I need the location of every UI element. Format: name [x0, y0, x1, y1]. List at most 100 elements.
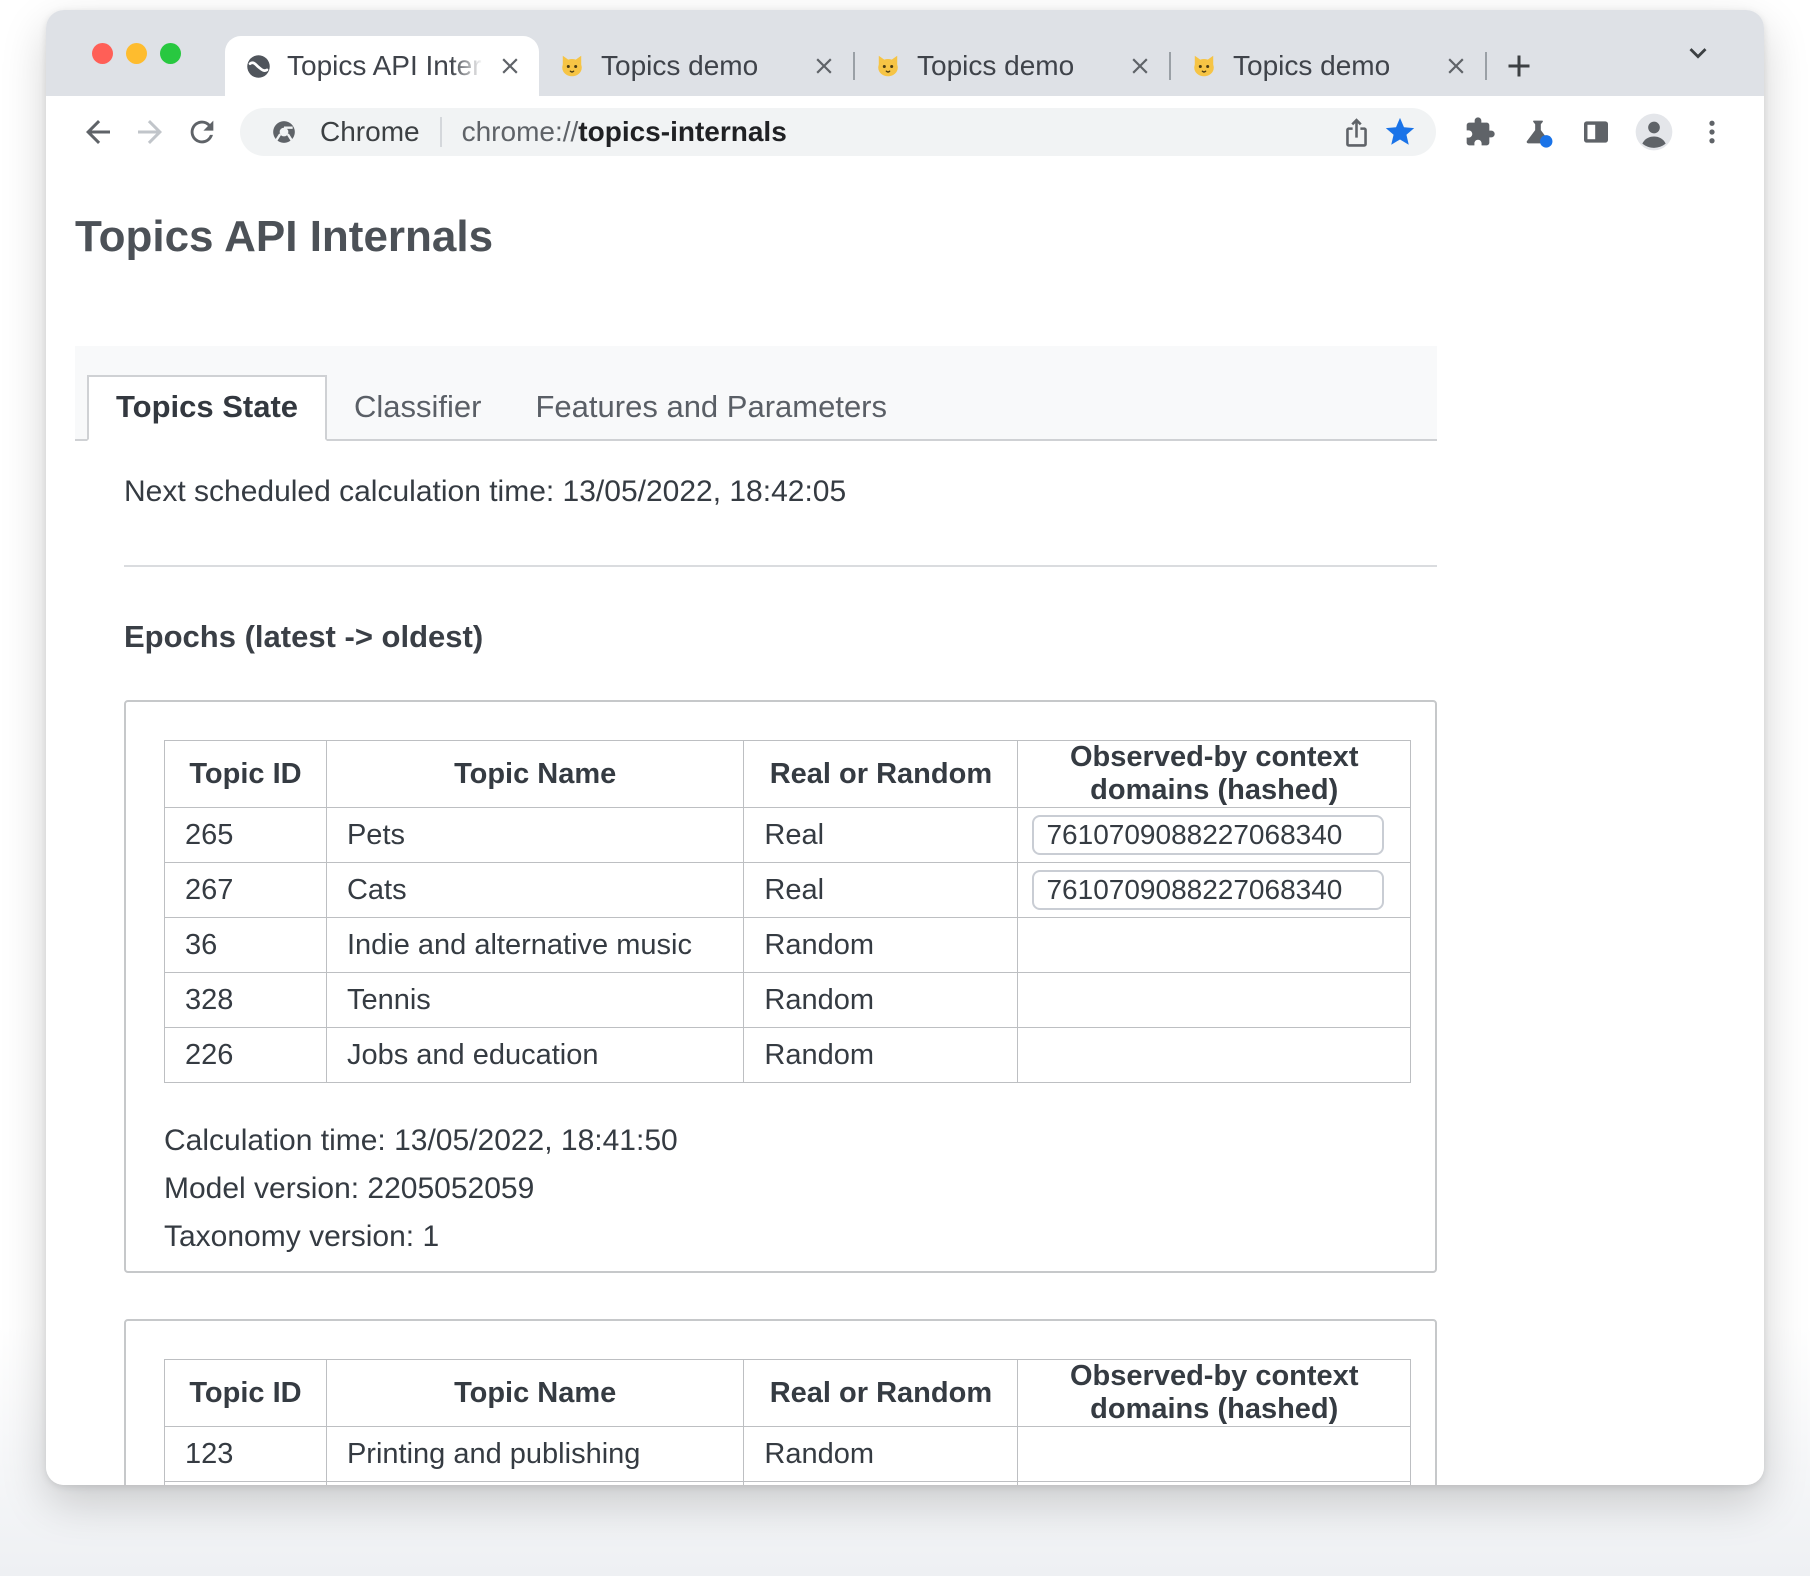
observed-domains-cell: [1018, 918, 1411, 973]
back-button[interactable]: [72, 106, 124, 158]
experiments-button[interactable]: [1512, 106, 1564, 158]
page-tab-strip: Topics State Classifier Features and Par…: [75, 346, 1437, 441]
topic-name-cell: Tennis: [326, 973, 743, 1028]
topic-id-cell: 265: [165, 808, 327, 863]
browser-window: Topics API Internals Topics demo Topics …: [46, 10, 1764, 1485]
column-header-observed-domains: Observed-by context domains (hashed): [1018, 741, 1411, 808]
topic-id-cell: 200: [165, 1482, 327, 1486]
back-arrow-icon: [80, 114, 116, 150]
tab-close-icon[interactable]: [1127, 53, 1153, 79]
epoch-metadata: Calculation time: 13/05/2022, 18:41:50 M…: [164, 1117, 1411, 1261]
topic-id-cell: 328: [165, 973, 327, 1028]
page-title: Topics API Internals: [75, 168, 1437, 262]
hashed-domain-input[interactable]: [1032, 815, 1384, 855]
table-row: 200 Fibre and textile arts Random: [165, 1482, 1411, 1486]
next-calculation-time: Next scheduled calculation time: 13/05/2…: [124, 475, 1437, 509]
real-or-random-cell: Random: [744, 1028, 1018, 1083]
topic-id-cell: 123: [165, 1427, 327, 1482]
forward-arrow-icon: [132, 114, 168, 150]
cat-favicon-icon: [559, 53, 586, 80]
epoch-2-table: Topic ID Topic Name Real or Random Obser…: [164, 1359, 1411, 1485]
browser-tab-topics-internals[interactable]: Topics API Internals: [225, 36, 539, 96]
tab-classifier[interactable]: Classifier: [327, 375, 508, 439]
tab-close-icon[interactable]: [811, 53, 837, 79]
page-content: Topics API Internals Topics State Classi…: [46, 168, 1764, 1485]
table-row: 123 Printing and publishing Random: [165, 1427, 1411, 1482]
omnibox-product-label: Chrome: [320, 116, 420, 148]
hashed-domain-input[interactable]: [1032, 870, 1384, 910]
column-header-topic-id: Topic ID: [165, 741, 327, 808]
table-row: 265 Pets Real: [165, 808, 1411, 863]
topic-name-cell: Cats: [326, 863, 743, 918]
real-or-random-cell: Random: [744, 973, 1018, 1028]
taxonomy-version: Taxonomy version: 1: [164, 1213, 1411, 1261]
table-row: 226 Jobs and education Random: [165, 1028, 1411, 1083]
topics-state-panel: Next scheduled calculation time: 13/05/2…: [75, 441, 1437, 1485]
forward-button[interactable]: [124, 106, 176, 158]
profile-button[interactable]: [1628, 106, 1680, 158]
tab-list-chevron-button[interactable]: [1678, 33, 1718, 73]
cat-favicon-icon: [875, 53, 902, 80]
address-bar[interactable]: Chrome chrome://topics-internals: [240, 108, 1436, 156]
browser-tab-topics-demo-2[interactable]: Topics demo: [855, 36, 1169, 96]
column-header-topic-name: Topic Name: [326, 741, 743, 808]
calculation-time: Calculation time: 13/05/2022, 18:41:50: [164, 1117, 1411, 1165]
browser-tab-strip: Topics API Internals Topics demo Topics …: [46, 10, 1764, 96]
tab-title: Topics demo: [1233, 50, 1433, 82]
url-host: topics-internals: [578, 116, 786, 147]
extensions-puzzle-icon: [1464, 116, 1496, 148]
tab-topics-state[interactable]: Topics State: [87, 375, 327, 441]
bookmark-star-icon: [1383, 115, 1417, 149]
browser-tab-topics-demo-3[interactable]: Topics demo: [1171, 36, 1485, 96]
reload-button[interactable]: [176, 106, 228, 158]
extensions-button[interactable]: [1454, 106, 1506, 158]
epoch-1-table: Topic ID Topic Name Real or Random Obser…: [164, 740, 1411, 1083]
observed-domains-cell: [1018, 863, 1411, 918]
table-header-row: Topic ID Topic Name Real or Random Obser…: [165, 741, 1411, 808]
browser-menu-button[interactable]: [1686, 106, 1738, 158]
epoch-card-2: Topic ID Topic Name Real or Random Obser…: [124, 1319, 1437, 1485]
real-or-random-cell: Random: [744, 918, 1018, 973]
cat-favicon-icon: [1191, 53, 1218, 80]
menu-dots-icon: [1697, 117, 1727, 147]
table-header-row: Topic ID Topic Name Real or Random Obser…: [165, 1360, 1411, 1427]
window-close-button[interactable]: [92, 43, 113, 64]
browser-toolbar: Chrome chrome://topics-internals: [46, 96, 1764, 168]
epochs-heading: Epochs (latest -> oldest): [124, 619, 1437, 655]
window-minimize-button[interactable]: [126, 43, 147, 64]
omnibox-separator: [440, 117, 442, 147]
column-header-real-or-random: Real or Random: [744, 1360, 1018, 1427]
bookmark-button[interactable]: [1378, 110, 1422, 154]
column-header-topic-name: Topic Name: [326, 1360, 743, 1427]
table-row: 267 Cats Real: [165, 863, 1411, 918]
share-button[interactable]: [1334, 110, 1378, 154]
window-controls: [46, 43, 225, 64]
side-panel-button[interactable]: [1570, 106, 1622, 158]
side-panel-icon: [1580, 116, 1612, 148]
tab-features-and-parameters[interactable]: Features and Parameters: [509, 375, 915, 439]
topic-name-cell: Fibre and textile arts: [326, 1482, 743, 1486]
tab-title: Topics demo: [601, 50, 801, 82]
new-tab-button[interactable]: [1487, 36, 1551, 96]
topic-id-cell: 267: [165, 863, 327, 918]
url-scheme: chrome://: [462, 116, 579, 147]
divider: [124, 565, 1437, 567]
new-tab-plus-icon: [1501, 48, 1537, 84]
chevron-down-icon: [1681, 36, 1715, 70]
topic-name-cell: Printing and publishing: [326, 1427, 743, 1482]
tab-close-icon[interactable]: [1443, 53, 1469, 79]
observed-domains-cell: [1018, 1028, 1411, 1083]
epoch-card-1: Topic ID Topic Name Real or Random Obser…: [124, 700, 1437, 1273]
topic-name-cell: Jobs and education: [326, 1028, 743, 1083]
url-text: chrome://topics-internals: [462, 116, 787, 148]
topic-id-cell: 36: [165, 918, 327, 973]
browser-tab-topics-demo-1[interactable]: Topics demo: [539, 36, 853, 96]
table-row: 36 Indie and alternative music Random: [165, 918, 1411, 973]
globe-favicon-icon: [245, 53, 272, 80]
column-header-real-or-random: Real or Random: [744, 741, 1018, 808]
window-zoom-button[interactable]: [160, 43, 181, 64]
tab-close-icon[interactable]: [497, 53, 523, 79]
share-icon: [1341, 117, 1372, 148]
observed-domains-cell: [1018, 808, 1411, 863]
real-or-random-cell: Random: [744, 1427, 1018, 1482]
